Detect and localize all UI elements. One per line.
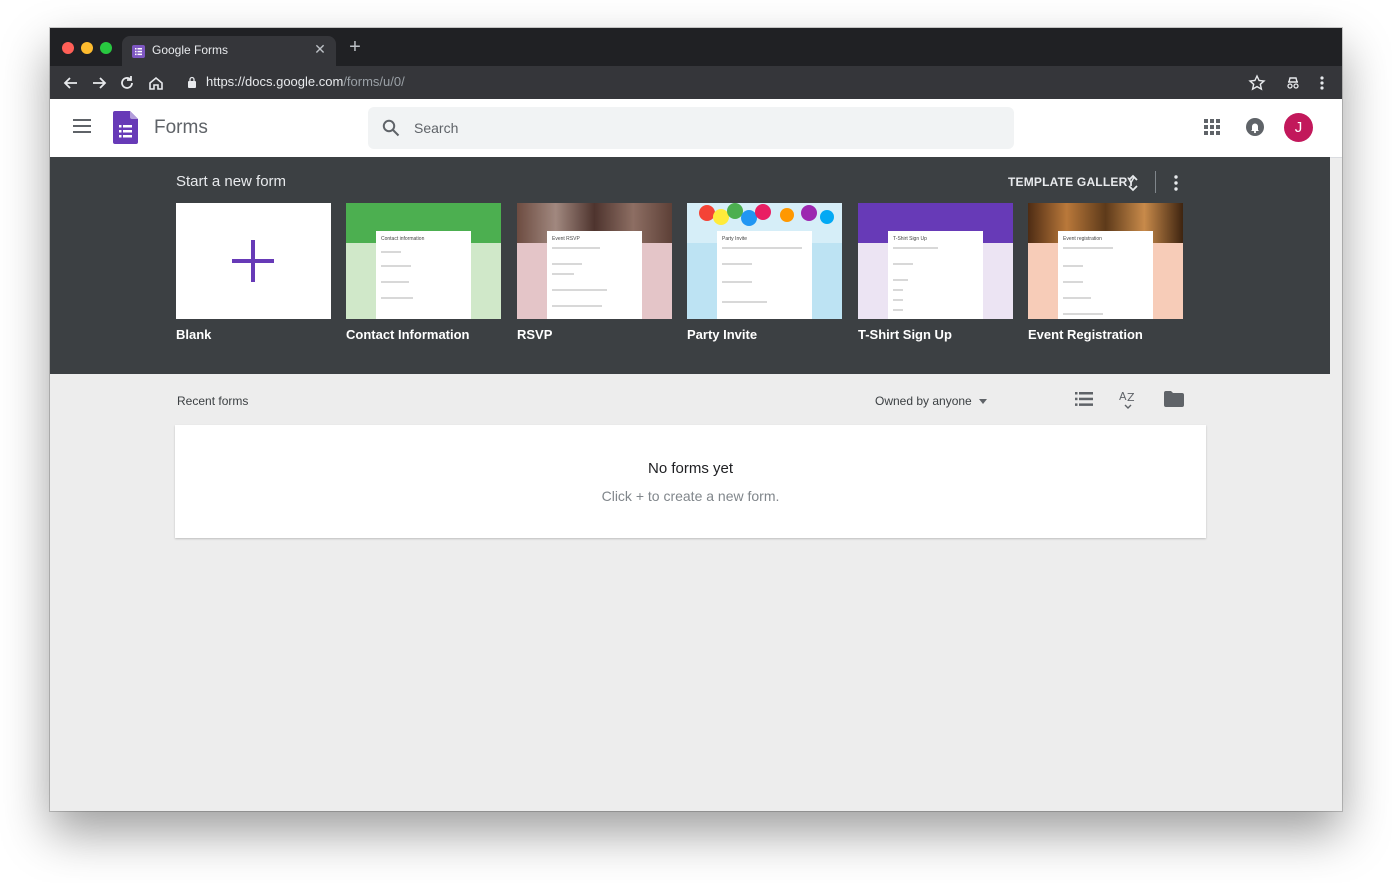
template-gallery-button[interactable]: TEMPLATE GALLERY	[1008, 175, 1135, 189]
template-section: Start a new form TEMPLATE GALLERY Blank …	[50, 157, 1330, 374]
star-bookmark-icon[interactable]	[1246, 72, 1268, 94]
account-avatar[interactable]: J	[1284, 113, 1313, 142]
hamburger-menu-icon[interactable]	[73, 119, 91, 133]
empty-state-subtitle: Click + to create a new form.	[601, 488, 780, 504]
address-bar[interactable]: https://docs.google.com/forms/u/0/	[206, 74, 405, 89]
app-title: Forms	[154, 117, 208, 138]
back-arrow-icon[interactable]	[60, 72, 82, 94]
template-card-t-shirt-sign-up[interactable]: T-Shirt Sign Up	[858, 203, 1013, 319]
preview-title: Party Invite	[722, 236, 748, 242]
preview-title: T-Shirt Sign Up	[893, 236, 927, 242]
more-options-icon[interactable]	[1170, 173, 1182, 193]
template-card-event-registration[interactable]: Event registration	[1028, 203, 1183, 319]
list-view-icon[interactable]	[1075, 392, 1093, 406]
template-label-event-registration: Event Registration	[1028, 327, 1143, 342]
browser-tab[interactable]: Google Forms ✕	[122, 36, 336, 66]
template-label-blank: Blank	[176, 327, 212, 342]
svg-text:Z: Z	[1127, 391, 1135, 404]
reload-icon[interactable]	[116, 72, 138, 94]
dropdown-arrow-icon[interactable]	[979, 399, 987, 404]
lock-icon	[188, 76, 196, 88]
owner-filter-dropdown[interactable]: Owned by anyone	[875, 394, 972, 408]
search-input[interactable]	[414, 107, 974, 149]
forms-favicon-icon	[132, 45, 145, 58]
toolbar-divider	[1155, 171, 1156, 193]
form-preview: Event registration	[1058, 231, 1153, 319]
home-icon[interactable]	[145, 72, 167, 94]
url-host: https://docs.google.com	[206, 74, 344, 89]
sort-az-icon[interactable]: AZ	[1119, 389, 1137, 409]
template-label-party-invite: Party Invite	[687, 327, 758, 342]
search-icon[interactable]	[382, 119, 400, 137]
expand-collapse-icon[interactable]	[1127, 173, 1139, 193]
empty-state-title: No forms yet	[647, 460, 734, 477]
template-label-rsvp: RSVP	[517, 327, 553, 342]
form-preview: Party Invite	[717, 231, 812, 319]
url-path: /forms/u/0/	[343, 74, 405, 89]
browser-toolbar: https://docs.google.com/forms/u/0/	[50, 66, 1342, 99]
browser-title-bar: Google Forms ✕ +	[50, 28, 1342, 66]
form-preview: Contact information	[376, 231, 471, 319]
svg-text:A: A	[1119, 390, 1127, 403]
folder-icon[interactable]	[1164, 391, 1184, 407]
search-bar[interactable]	[368, 107, 1014, 149]
empty-state-card: No forms yet Click + to create a new for…	[175, 425, 1206, 538]
form-preview: T-Shirt Sign Up	[888, 231, 983, 319]
template-card-rsvp[interactable]: Event RSVP	[517, 203, 672, 319]
forward-arrow-icon[interactable]	[88, 72, 110, 94]
recent-forms-heading: Recent forms	[177, 394, 249, 408]
notifications-bell-icon[interactable]	[1246, 118, 1264, 136]
preview-title: Event registration	[1063, 236, 1102, 242]
template-label-t-shirt-sign-up: T-Shirt Sign Up	[858, 327, 952, 342]
close-tab-icon[interactable]: ✕	[312, 41, 328, 57]
maximize-window-button[interactable]	[100, 42, 112, 54]
form-preview: Event RSVP	[547, 231, 642, 319]
minimize-window-button[interactable]	[81, 42, 93, 54]
template-card-contact-information[interactable]: Contact information	[346, 203, 501, 319]
preview-title: Event RSVP	[552, 236, 580, 242]
new-tab-icon[interactable]: +	[346, 37, 364, 57]
template-card-blank[interactable]	[176, 203, 331, 319]
tab-title: Google Forms	[152, 43, 229, 57]
template-card-party-invite[interactable]: Party Invite	[687, 203, 842, 319]
plus-icon	[232, 240, 274, 282]
app-header: Forms J	[50, 99, 1342, 158]
forms-logo-icon[interactable]	[113, 111, 138, 144]
template-label-contact-information: Contact Information	[346, 327, 470, 342]
browser-window: Google Forms ✕ + https://docs.google.com…	[50, 28, 1342, 811]
preview-title: Contact information	[381, 236, 425, 242]
google-apps-icon[interactable]	[1204, 119, 1220, 135]
start-new-form-heading: Start a new form	[176, 173, 287, 190]
browser-menu-icon[interactable]	[1311, 72, 1333, 94]
incognito-icon[interactable]	[1282, 72, 1304, 94]
close-window-button[interactable]	[62, 42, 74, 54]
